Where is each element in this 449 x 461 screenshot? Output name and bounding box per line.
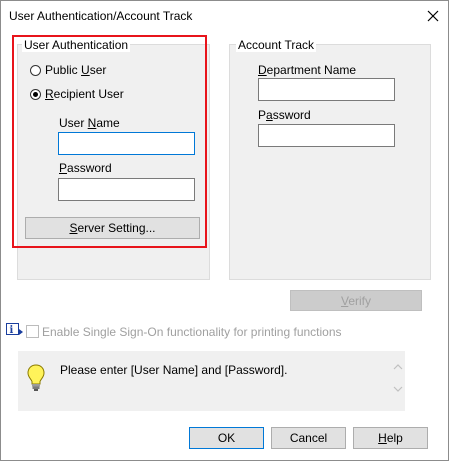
department-name-label: Department Name xyxy=(258,63,357,77)
dialog-title: User Authentication/Account Track xyxy=(9,9,193,23)
lightbulb-icon xyxy=(27,364,45,395)
message-area xyxy=(18,351,405,411)
account-password-label: Password xyxy=(258,108,311,122)
verify-button[interactable]: Verify xyxy=(290,290,422,311)
close-icon xyxy=(427,10,439,22)
ok-button[interactable]: OK xyxy=(189,427,264,449)
sso-checkbox[interactable] xyxy=(26,325,39,338)
message-text: Please enter [User Name] and [Password]. xyxy=(60,363,288,377)
help-label: Help xyxy=(378,431,403,445)
verify-label: Verify xyxy=(340,293,371,308)
sso-label: Enable Single Sign-On functionality for … xyxy=(42,325,342,339)
info-icon: i xyxy=(6,323,24,340)
account-track-group-label: Account Track xyxy=(236,38,317,52)
cancel-label: Cancel xyxy=(289,431,328,445)
highlight-box xyxy=(12,35,207,248)
close-button[interactable] xyxy=(418,1,448,31)
department-name-field[interactable] xyxy=(258,78,395,101)
account-password-field[interactable] xyxy=(258,124,395,147)
message-scrollbar[interactable] xyxy=(391,351,405,411)
svg-text:i: i xyxy=(10,325,14,336)
ok-label: OK xyxy=(217,431,236,445)
title-bar: User Authentication/Account Track xyxy=(1,1,448,31)
help-button[interactable]: Help xyxy=(353,427,428,449)
cancel-button[interactable]: Cancel xyxy=(271,427,346,449)
